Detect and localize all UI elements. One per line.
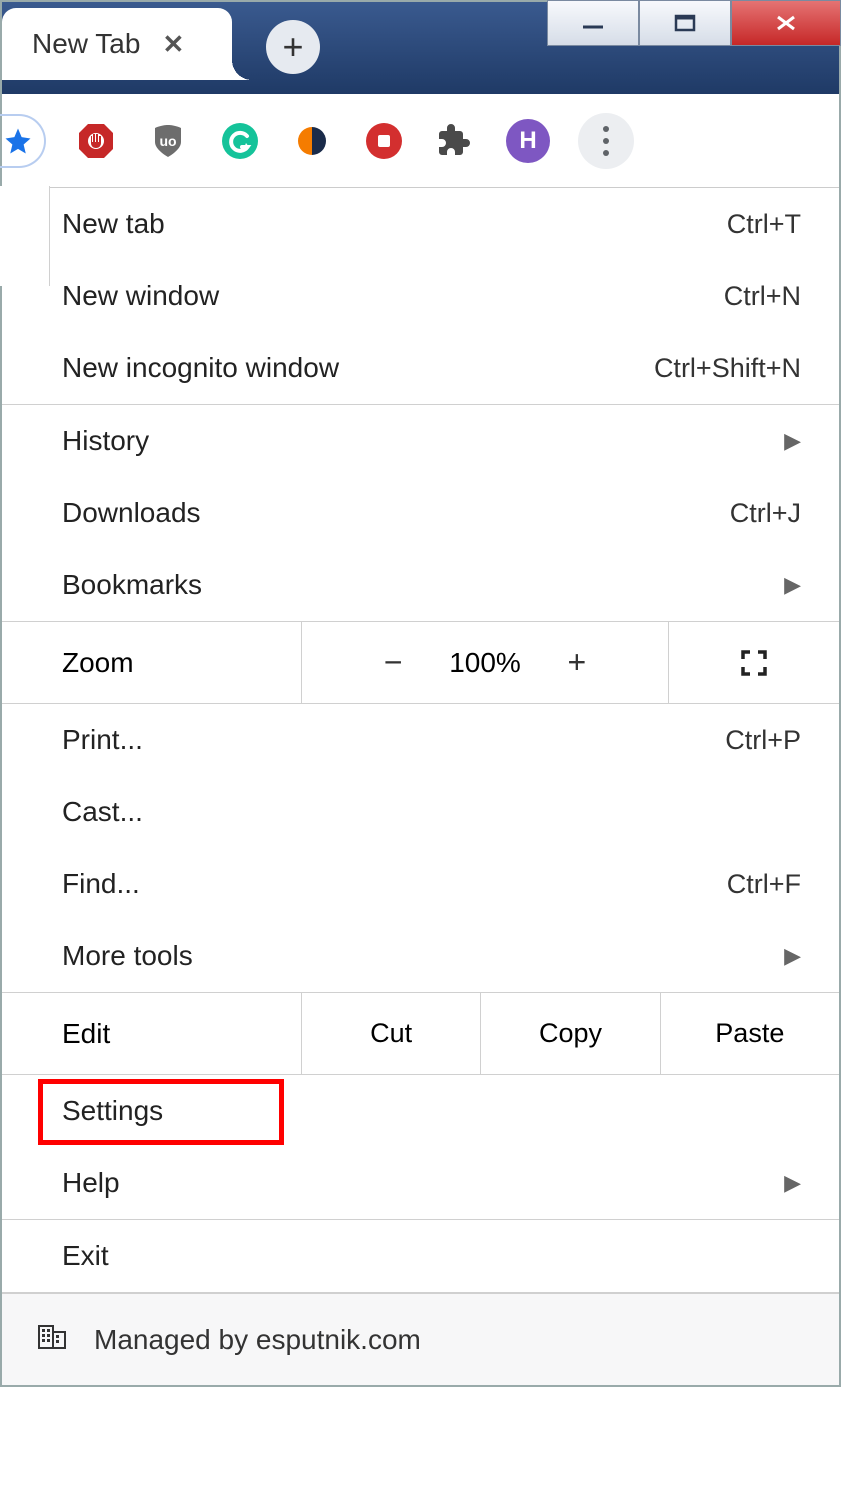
edit-cut-button[interactable]: Cut [302,993,481,1074]
profile-letter: H [519,127,536,155]
ublock-icon[interactable]: uo [146,119,190,163]
menu-item-label: New window [62,280,219,312]
menu-item-label: Settings [62,1095,163,1127]
menu-zoom-row: Zoom − 100% + [2,622,839,704]
bookmark-star-button[interactable] [0,114,46,168]
menu-item-label: History [62,425,149,457]
edit-label: Edit [2,993,302,1074]
menu-item-shortcut: Ctrl+F [727,869,801,900]
managed-by-footer[interactable]: Managed by esputnik.com [2,1293,839,1385]
menu-edit-row: Edit Cut Copy Paste [2,993,839,1075]
menu-new-incognito[interactable]: New incognito window Ctrl+Shift+N [2,332,839,404]
menu-item-label: More tools [62,940,193,972]
menu-item-shortcut: Ctrl+J [730,498,801,529]
browser-window: New Tab ✕ + ✋ uo [0,0,841,1387]
menu-item-label: Downloads [62,497,201,529]
menu-find[interactable]: Find... Ctrl+F [2,848,839,920]
profile-avatar[interactable]: H [506,119,550,163]
menu-item-label: New tab [62,208,165,240]
menu-item-label: Cast... [62,796,143,828]
grammarly-icon[interactable] [218,119,262,163]
menu-more-tools[interactable]: More tools ▶ [2,920,839,992]
extensions-icon[interactable] [434,119,478,163]
submenu-arrow-icon: ▶ [784,943,801,969]
close-tab-icon[interactable]: ✕ [162,29,184,60]
menu-history[interactable]: History ▶ [2,405,839,477]
building-icon [36,1320,68,1359]
menu-item-shortcut: Ctrl+T [727,209,801,240]
close-window-button[interactable] [731,0,841,46]
toolbar: ✋ uo H [2,94,839,188]
zoom-label: Zoom [2,622,302,703]
menu-item-shortcut: Ctrl+P [725,725,801,756]
fullscreen-button[interactable] [669,622,839,703]
zoom-level: 100% [449,647,521,679]
tab-title: New Tab [32,28,140,60]
browser-tab[interactable]: New Tab ✕ [2,8,232,80]
menu-item-label: New incognito window [62,352,339,384]
window-controls [547,0,841,46]
menu-item-label: Bookmarks [62,569,202,601]
menu-item-shortcut: Ctrl+Shift+N [654,353,801,384]
submenu-arrow-icon: ▶ [784,1170,801,1196]
svg-text:uo: uo [159,133,176,149]
chrome-menu: New tab Ctrl+T New window Ctrl+N New inc… [2,188,839,1385]
edit-paste-button[interactable]: Paste [661,993,839,1074]
menu-print[interactable]: Print... Ctrl+P [2,704,839,776]
title-bar: New Tab ✕ + [2,2,839,94]
adblock-icon[interactable]: ✋ [74,119,118,163]
record-icon[interactable] [362,119,406,163]
menu-bookmarks[interactable]: Bookmarks ▶ [2,549,839,621]
menu-downloads[interactable]: Downloads Ctrl+J [2,477,839,549]
menu-item-label: Find... [62,868,140,900]
menu-settings[interactable]: Settings [2,1075,839,1147]
menu-item-label: Exit [62,1240,109,1272]
menu-new-tab[interactable]: New tab Ctrl+T [2,188,839,260]
minimize-button[interactable] [547,0,639,46]
zoom-in-button[interactable]: + [557,644,597,681]
menu-cast[interactable]: Cast... [2,776,839,848]
menu-exit[interactable]: Exit [2,1220,839,1292]
menu-item-label: Help [62,1167,120,1199]
menu-help[interactable]: Help ▶ [2,1147,839,1219]
menu-item-shortcut: Ctrl+N [724,281,801,312]
kebab-menu-button[interactable] [578,113,634,169]
zoom-out-button[interactable]: − [373,644,413,681]
edit-copy-button[interactable]: Copy [481,993,660,1074]
submenu-arrow-icon: ▶ [784,572,801,598]
similarweb-icon[interactable] [290,119,334,163]
maximize-button[interactable] [639,0,731,46]
menu-item-label: Print... [62,724,143,756]
managed-by-text: Managed by esputnik.com [94,1324,421,1356]
submenu-arrow-icon: ▶ [784,428,801,454]
new-tab-button[interactable]: + [266,20,320,74]
menu-new-window[interactable]: New window Ctrl+N [2,260,839,332]
